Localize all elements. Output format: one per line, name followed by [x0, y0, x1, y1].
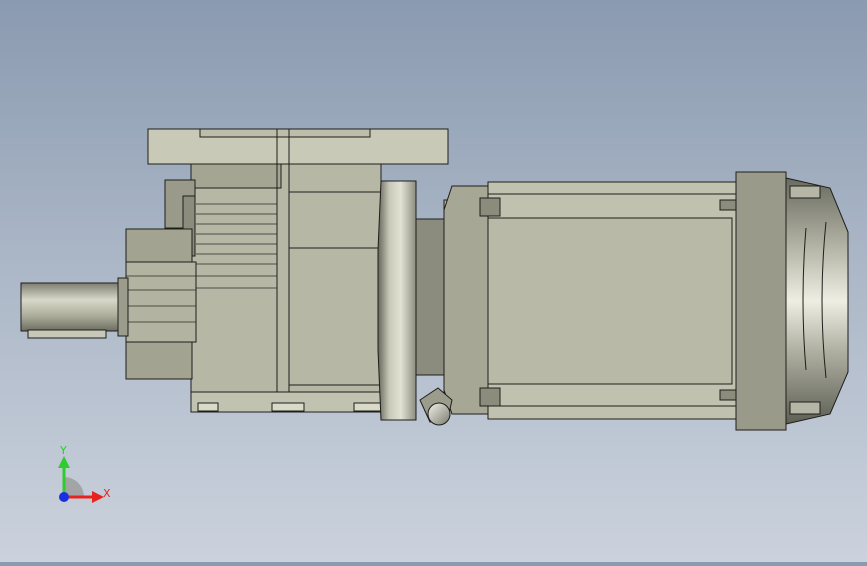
y-axis-label: Y: [59, 444, 67, 457]
output-shaft: [20, 277, 129, 339]
y-axis-arrowhead: [58, 456, 70, 468]
motor-body: [479, 181, 737, 420]
cad-viewport[interactable]: Y X: [0, 0, 867, 562]
model-drawing[interactable]: Y X: [0, 0, 867, 562]
adapter-ring: [377, 180, 491, 421]
coordinate-triad: Y X: [58, 444, 111, 503]
fan-cover: [719, 171, 849, 431]
z-axis-dot: [59, 492, 69, 502]
x-axis-label: X: [103, 487, 111, 500]
